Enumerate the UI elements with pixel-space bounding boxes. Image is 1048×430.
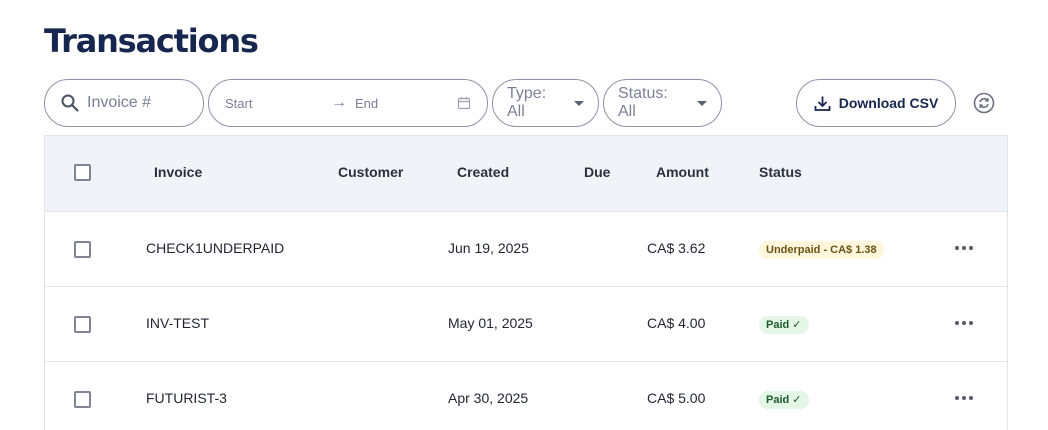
column-header-amount[interactable]: Amount [656, 164, 709, 180]
type-filter-label: Type: All [507, 85, 547, 120]
status-badge: Underpaid - CA$ 1.38 [759, 241, 884, 259]
status-filter-dropdown[interactable]: Status: All [603, 79, 722, 127]
date-start-input[interactable]: Start [225, 96, 325, 111]
refresh-icon[interactable] [973, 92, 995, 114]
invoice-cell[interactable]: FUTURIST-3 [146, 390, 227, 406]
calendar-icon[interactable] [457, 96, 471, 110]
page-title: Transactions [44, 22, 259, 60]
status-filter-label: Status: All [618, 85, 668, 120]
column-header-invoice[interactable]: Invoice [154, 164, 202, 180]
invoice-cell[interactable]: CHECK1UNDERPAID [146, 240, 284, 256]
status-badge: Paid ✓ [759, 391, 809, 409]
search-input[interactable] [87, 94, 197, 112]
select-all-checkbox[interactable] [74, 164, 91, 181]
download-icon [814, 95, 831, 112]
search-icon [61, 94, 79, 112]
column-header-created[interactable]: Created [457, 164, 509, 180]
amount-cell: CA$ 3.62 [647, 240, 706, 256]
more-actions-icon[interactable] [955, 246, 973, 250]
row-checkbox[interactable] [74, 391, 91, 408]
arrow-right-icon: → [331, 94, 347, 111]
type-filter-dropdown[interactable]: Type: All [492, 79, 599, 127]
transactions-table: Invoice Customer Created Due Amount Stat… [44, 135, 1008, 430]
date-end-input[interactable]: End [355, 96, 451, 111]
chevron-down-icon [697, 100, 707, 106]
date-range-picker[interactable]: Start → End [208, 79, 488, 127]
more-actions-icon[interactable] [955, 396, 973, 400]
download-csv-button[interactable]: Download CSV [796, 79, 956, 127]
column-header-due[interactable]: Due [584, 164, 610, 180]
table-row[interactable]: FUTURIST-3 Apr 30, 2025 CA$ 5.00 Paid ✓ [45, 362, 1007, 430]
created-cell: Apr 30, 2025 [448, 390, 529, 406]
chevron-down-icon [574, 100, 584, 106]
invoice-cell[interactable]: INV-TEST [146, 315, 209, 331]
created-cell: May 01, 2025 [448, 315, 533, 331]
download-csv-label: Download CSV [838, 95, 939, 111]
created-cell: Jun 19, 2025 [448, 240, 529, 256]
status-badge: Paid ✓ [759, 316, 809, 334]
row-checkbox[interactable] [74, 316, 91, 333]
table-row[interactable]: INV-TEST May 01, 2025 CA$ 4.00 Paid ✓ [45, 287, 1007, 362]
column-header-status[interactable]: Status [759, 164, 802, 180]
invoice-search[interactable] [44, 79, 204, 127]
table-row[interactable]: CHECK1UNDERPAID Jun 19, 2025 CA$ 3.62 Un… [45, 212, 1007, 287]
row-checkbox[interactable] [74, 241, 91, 258]
table-header: Invoice Customer Created Due Amount Stat… [45, 136, 1007, 212]
more-actions-icon[interactable] [955, 321, 973, 325]
amount-cell: CA$ 4.00 [647, 315, 706, 331]
column-header-customer[interactable]: Customer [338, 164, 403, 180]
amount-cell: CA$ 5.00 [647, 390, 706, 406]
